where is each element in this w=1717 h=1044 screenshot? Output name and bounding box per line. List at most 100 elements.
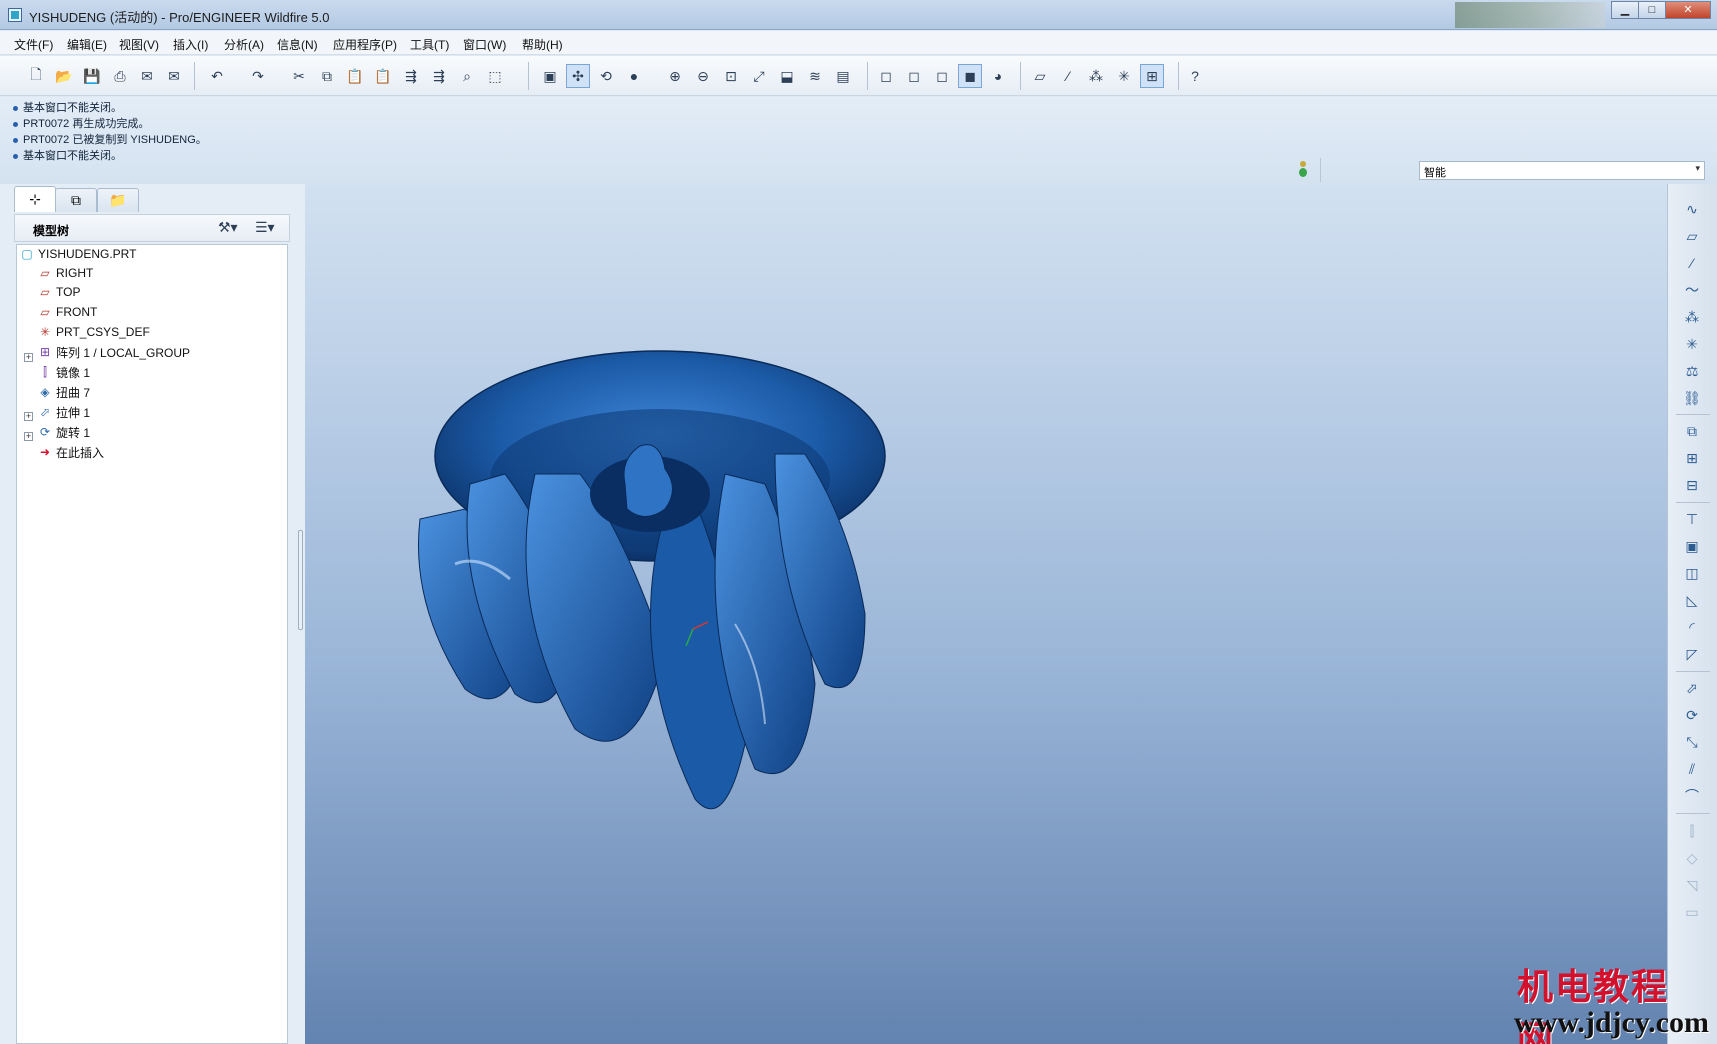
no-hidden-icon[interactable]: ◻ (930, 64, 954, 88)
panel-splitter[interactable] (297, 530, 305, 730)
view-manager-icon[interactable]: ▤ (831, 64, 855, 88)
menu-window[interactable]: 窗口(W) (463, 36, 506, 53)
regenerate-icon[interactable]: ⇶ (399, 64, 423, 88)
cut-icon[interactable]: ✂ (287, 64, 311, 88)
enhanced-realism-icon[interactable]: ◕ (986, 64, 1010, 88)
refit-icon[interactable]: ⊡ (719, 64, 743, 88)
shading-icon[interactable]: ● (622, 64, 646, 88)
copy-icon[interactable]: ⧉ (315, 64, 339, 88)
zoom-out-icon[interactable]: ⊖ (691, 64, 715, 88)
datum-plane-icon: ▱ (40, 266, 50, 280)
menu-insert[interactable]: 插入(I) (173, 36, 208, 53)
email-icon[interactable]: ✉ (135, 64, 159, 88)
save-icon[interactable]: 💾 (80, 64, 104, 88)
regen-manager-icon[interactable]: ⇶ (427, 64, 451, 88)
redo-icon[interactable]: ↷ (246, 64, 270, 88)
csys-icon[interactable]: ✳ (1112, 64, 1136, 88)
tree-node-right[interactable]: ▱ RIGHT (38, 264, 93, 282)
curve-tool-icon[interactable]: 〜 (1681, 279, 1703, 301)
close-button[interactable]: ✕ (1665, 1, 1711, 19)
repaint-icon[interactable]: ▣ (538, 64, 562, 88)
datum-ref-icon[interactable]: ⛓ (1681, 387, 1703, 409)
sketch-tool-icon[interactable]: ∿ (1681, 198, 1703, 220)
menu-applications[interactable]: 应用程序(P) (333, 36, 397, 53)
menu-edit[interactable]: 编辑(E) (67, 36, 107, 53)
new-icon[interactable]: 🗋 (24, 64, 48, 88)
select-box-icon[interactable]: ⬚ (483, 64, 507, 88)
tree-node-extrude[interactable]: ⬀ 拉伸 1 (38, 403, 90, 421)
expand-pattern-toggle[interactable]: + (24, 353, 33, 362)
tree-node-csys[interactable]: ✳ PRT_CSYS_DEF (38, 323, 150, 341)
axis-tool-icon[interactable]: ⁄ (1681, 252, 1703, 274)
pattern-tool-icon[interactable]: ⫿ (1681, 820, 1703, 842)
menu-help[interactable]: 帮助(H) (522, 36, 563, 53)
copy-feature-icon[interactable]: ⧉ (1681, 420, 1703, 442)
analysis-feature-icon[interactable]: ⚖ (1681, 360, 1703, 382)
draft-tool-icon[interactable]: ◺ (1681, 589, 1703, 611)
menu-analysis[interactable]: 分析(A) (224, 36, 264, 53)
extrude-tool-icon[interactable]: ⬀ (1681, 677, 1703, 699)
orient-icon[interactable]: ⟲ (594, 64, 618, 88)
plane-tool-icon[interactable]: ▱ (1681, 225, 1703, 247)
favorites-tab[interactable]: 📁 (97, 188, 139, 212)
expand-extrude-toggle[interactable]: + (24, 412, 33, 421)
sweep-tool-icon[interactable]: ⤡ (1681, 731, 1703, 753)
shaded-icon[interactable]: ◼ (958, 64, 982, 88)
menu-file[interactable]: 文件(F) (14, 36, 53, 53)
tree-node-front[interactable]: ▱ FRONT (38, 303, 97, 321)
wireframe-icon[interactable]: ◻ (874, 64, 898, 88)
merge-feature-icon[interactable]: ⊟ (1681, 474, 1703, 496)
round-tool-icon[interactable]: ◜ (1681, 616, 1703, 638)
saved-views-icon[interactable]: ⬓ (775, 64, 799, 88)
selection-filter-select[interactable]: 智能 ▾ (1419, 161, 1705, 180)
shell-tool-icon[interactable]: ▣ (1681, 535, 1703, 557)
expand-revolve-toggle[interactable]: + (24, 432, 33, 441)
menu-info[interactable]: 信息(N) (277, 36, 318, 53)
tree-columns-icon[interactable]: ☰▾ (255, 219, 275, 236)
tree-settings-icon[interactable]: ⚒▾ (218, 219, 238, 236)
rib-tool-icon[interactable]: ◫ (1681, 562, 1703, 584)
menu-view[interactable]: 视图(V) (119, 36, 159, 53)
email-attach-icon[interactable]: ✉ (162, 64, 186, 88)
tree-node-mirror[interactable]: ⫿ 镜像 1 (38, 363, 90, 381)
model-tree-tab[interactable]: ⊹ (14, 186, 56, 212)
tree-node-top[interactable]: ▱ TOP (38, 283, 80, 301)
annotations-icon[interactable]: ⊞ (1140, 64, 1164, 88)
print-icon[interactable]: ⎙ (108, 64, 132, 88)
graphics-window[interactable] (305, 184, 1667, 1044)
hole-tool-icon[interactable]: ⊤ (1681, 508, 1703, 530)
blend-tool-icon[interactable]: ⫽ (1681, 758, 1703, 780)
zoom-in-icon[interactable]: ⊕ (663, 64, 687, 88)
open-icon[interactable]: 📂 (52, 64, 76, 88)
boundary-tool-icon[interactable]: ⌒ (1681, 785, 1703, 807)
mirror-feature-icon[interactable]: ⊞ (1681, 447, 1703, 469)
folder-browser-tab[interactable]: ⧉ (55, 188, 97, 212)
datum-axes-icon[interactable]: ⁄ (1056, 64, 1080, 88)
paste-special-icon[interactable]: 📋 (371, 64, 395, 88)
reorient-icon[interactable]: ⤢ (747, 64, 771, 88)
point-tool-icon[interactable]: ⁂ (1681, 306, 1703, 328)
find-icon[interactable]: ⌕ (455, 64, 479, 88)
mirror-tool-icon[interactable]: ◇ (1681, 847, 1703, 869)
menu-tools[interactable]: 工具(T) (410, 36, 449, 53)
datum-planes-icon[interactable]: ▱ (1028, 64, 1052, 88)
datum-points-icon[interactable]: ⁂ (1084, 64, 1108, 88)
spin-center-icon[interactable]: ✣ (566, 64, 590, 88)
tree-node-insert-here[interactable]: ➜ 在此插入 (38, 443, 104, 461)
tree-node-revolve[interactable]: ⟳ 旋转 1 (38, 423, 90, 441)
layers-icon[interactable]: ≋ (803, 64, 827, 88)
tree-node-part[interactable]: ▢ YISHUDENG.PRT (20, 245, 136, 263)
paste-icon[interactable]: 📋 (343, 64, 367, 88)
whats-this-icon[interactable]: ? (1183, 64, 1207, 88)
tree-node-pattern[interactable]: ⊞ 阵列 1 / LOCAL_GROUP (38, 343, 190, 361)
offset-tool-icon[interactable]: ▭ (1681, 901, 1703, 923)
hidden-line-icon[interactable]: ◻ (902, 64, 926, 88)
undo-icon[interactable]: ↶ (205, 64, 229, 88)
maximize-button[interactable]: □ (1638, 1, 1666, 19)
revolve-tool-icon[interactable]: ⟳ (1681, 704, 1703, 726)
csys-tool-icon[interactable]: ✳ (1681, 333, 1703, 355)
chamfer-tool-icon[interactable]: ◸ (1681, 643, 1703, 665)
tree-node-warp[interactable]: ◈ 扭曲 7 (38, 383, 90, 401)
trim-tool-icon[interactable]: ◹ (1681, 874, 1703, 896)
minimize-button[interactable]: ▁ (1611, 1, 1639, 19)
